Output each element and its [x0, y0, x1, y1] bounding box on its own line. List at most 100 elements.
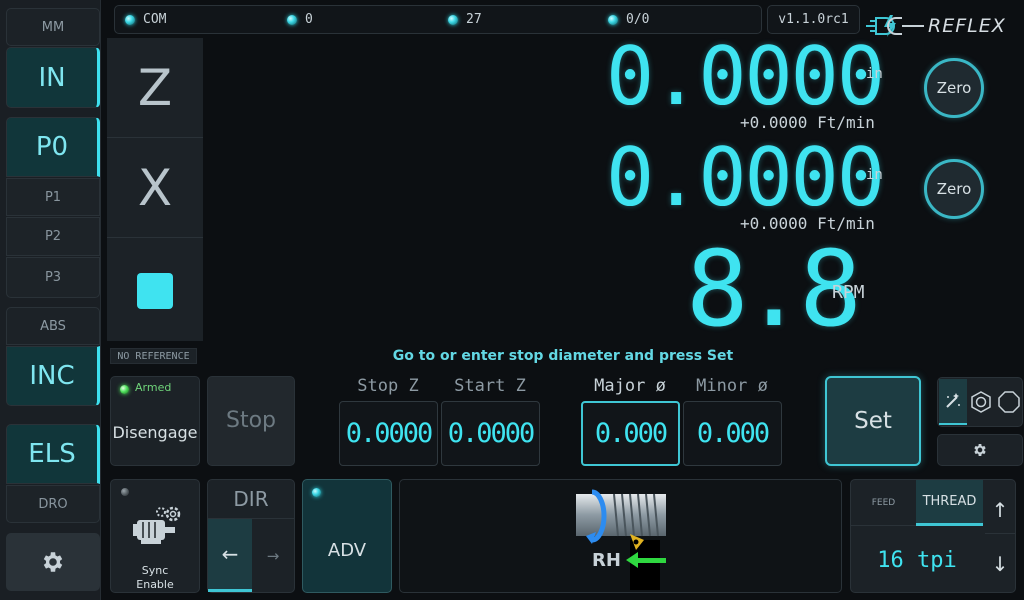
axis-z-button[interactable]: Z	[107, 38, 203, 138]
units-in-label: IN	[38, 62, 66, 93]
axis-x-button[interactable]: X	[107, 138, 203, 238]
sync-led	[121, 488, 129, 496]
status-led-b	[448, 15, 458, 25]
com-status-led	[125, 15, 135, 25]
x-position-readout: 0.0000	[606, 131, 885, 224]
pitch-value: 16 tpi	[877, 547, 957, 573]
dro-mode-button[interactable]: DRO	[6, 485, 100, 523]
direction-control: DIR ← →	[207, 479, 295, 593]
els-mode-button[interactable]: ELS	[6, 424, 100, 484]
els-mode-label: ELS	[28, 439, 76, 469]
axis-selector: Z X	[107, 38, 203, 341]
sidebar: MM IN P0 P1 P2 P3 ABS INC ELS DRO	[0, 0, 101, 600]
com-status-label: COM	[143, 12, 167, 27]
threading-tool-icon	[576, 489, 666, 590]
gear-icon	[974, 444, 986, 456]
rpm-unit-label: RPM	[832, 282, 865, 303]
axis-x-label: X	[137, 158, 173, 217]
settings-button[interactable]	[6, 533, 100, 591]
feed-tab-label: FEED	[871, 497, 896, 508]
offset-p1-label: P1	[44, 189, 62, 205]
pitch-down-button[interactable]: ↓	[985, 540, 1015, 588]
zero-x-label: Zero	[936, 180, 972, 198]
axis-z-label: Z	[137, 58, 173, 117]
mode-abs-label: ABS	[40, 318, 66, 334]
rpm-readout: 8.8	[686, 228, 862, 350]
dir-label: DIR	[208, 480, 294, 519]
feed-tab[interactable]: FEED	[851, 480, 916, 526]
armed-led	[120, 385, 129, 394]
octagon-icon	[998, 391, 1020, 413]
units-mm-button[interactable]: MM	[6, 8, 100, 46]
adv-led	[312, 488, 321, 497]
dir-left-button[interactable]: ←	[208, 519, 252, 592]
offset-p3-button[interactable]: P3	[6, 257, 100, 298]
armed-label: Armed	[135, 381, 172, 394]
offset-p2-label: P2	[44, 229, 62, 244]
offset-p0-label: P0	[35, 132, 69, 162]
logo-text: REFLEX	[928, 15, 1006, 37]
operation-settings-button[interactable]	[937, 434, 1023, 466]
start-z-label: Start Z	[454, 376, 526, 396]
status-count-a: 0	[305, 12, 313, 27]
thread-tab-label: THREAD	[922, 494, 977, 509]
status-count-b: 27	[466, 12, 482, 27]
stop-button[interactable]: Stop	[207, 376, 295, 466]
status-ratio: 0/0	[626, 12, 650, 27]
offset-p1-button[interactable]: P1	[6, 178, 100, 216]
sync-label-2: Enable	[136, 578, 174, 591]
minor-diameter-field[interactable]: 0.000	[683, 401, 782, 466]
zero-z-button[interactable]: Zero	[924, 58, 984, 118]
adv-button[interactable]: ADV	[302, 479, 392, 593]
zero-z-label: Zero	[936, 79, 972, 97]
dir-right-button[interactable]: →	[252, 519, 294, 592]
disengage-button[interactable]: Armed Disengage	[110, 376, 200, 466]
thread-tab[interactable]: THREAD	[916, 480, 983, 526]
x-unit-label: in	[866, 167, 883, 183]
stop-z-field[interactable]: 0.0000	[339, 401, 438, 466]
status-led-c	[608, 15, 618, 25]
pitch-selector: FEED THREAD 16 tpi ↑ ↓	[850, 479, 1016, 593]
op-polygon-button[interactable]	[995, 379, 1023, 425]
start-z-field[interactable]: 0.0000	[441, 401, 540, 466]
offset-p2-button[interactable]: P2	[6, 217, 100, 256]
arrow-up-icon: ↑	[991, 497, 1009, 522]
instruction-hint: Go to or enter stop diameter and press S…	[392, 348, 734, 364]
motor-gear-icon	[133, 506, 181, 544]
mode-abs-button[interactable]: ABS	[6, 307, 100, 345]
units-mm-label: MM	[41, 19, 65, 35]
op-bore-button[interactable]	[967, 379, 995, 425]
major-diameter-label: Major ø	[594, 376, 666, 396]
z-unit-label: in	[866, 66, 883, 82]
stop-z-label: Stop Z	[357, 376, 419, 396]
gear-icon	[43, 552, 63, 572]
sync-label-1: Sync	[141, 564, 169, 577]
spindle-axis-button[interactable]	[137, 273, 173, 309]
hand-label: RH	[592, 550, 621, 571]
set-button[interactable]: Set	[825, 376, 921, 466]
z-position-readout: 0.0000	[606, 30, 885, 123]
set-label: Set	[854, 408, 892, 434]
thread-diagram-panel: RH	[399, 479, 842, 593]
arrow-right-icon: →	[266, 546, 280, 565]
units-in-button[interactable]: IN	[6, 47, 100, 108]
zero-x-button[interactable]: Zero	[924, 159, 984, 219]
disengage-label: Disengage	[112, 423, 198, 442]
hex-circle-icon	[971, 391, 991, 413]
dro-mode-label: DRO	[38, 496, 68, 512]
status-led-a	[287, 15, 297, 25]
minor-diameter-label: Minor ø	[696, 376, 768, 396]
arrow-down-icon: ↓	[991, 552, 1009, 576]
op-magic-button[interactable]	[939, 379, 967, 425]
stop-label: Stop	[225, 408, 276, 433]
major-diameter-field[interactable]: 0.000	[581, 401, 680, 466]
offset-p0-button[interactable]: P0	[6, 117, 100, 177]
operation-selector	[937, 377, 1023, 427]
mode-inc-label: INC	[29, 361, 75, 391]
arrow-left-icon: ←	[221, 542, 239, 566]
reference-status: NO REFERENCE	[110, 348, 197, 364]
mode-inc-button[interactable]: INC	[6, 346, 100, 406]
sync-enable-button[interactable]: Sync Enable	[110, 479, 200, 593]
adv-label: ADV	[327, 540, 367, 561]
pitch-up-button[interactable]: ↑	[985, 486, 1015, 534]
